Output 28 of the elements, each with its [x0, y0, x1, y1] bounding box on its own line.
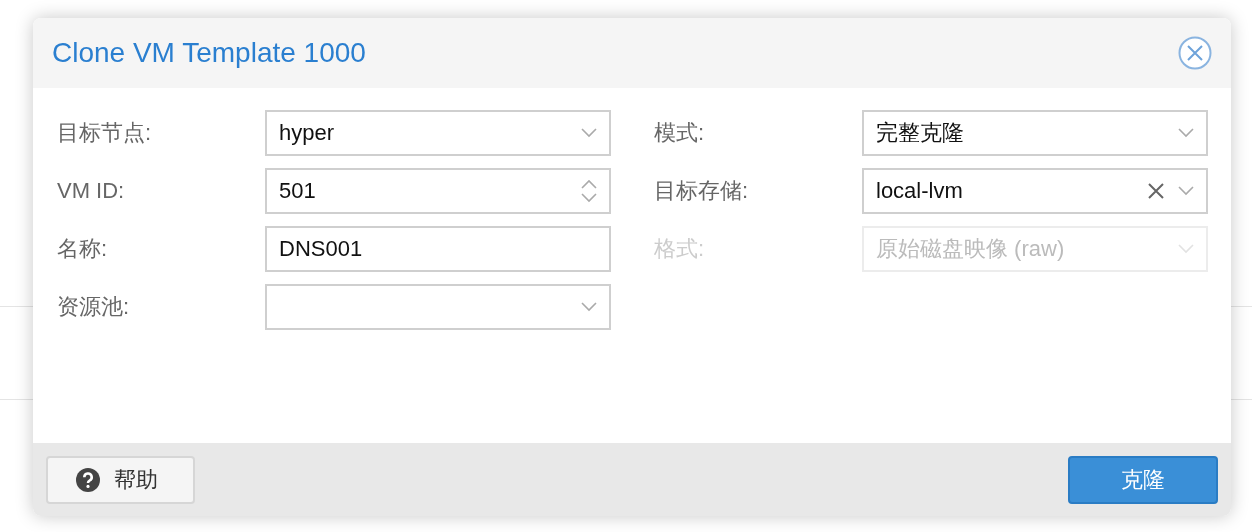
field-value: hyper — [279, 120, 336, 146]
chevron-down-icon[interactable] — [581, 128, 597, 138]
field-value: 完整克隆 — [876, 119, 965, 147]
field-value: 501 — [279, 178, 317, 204]
field-label: 目标节点: — [57, 119, 153, 147]
chevron-down-icon[interactable] — [581, 302, 597, 312]
combo-field[interactable]: local-lvm — [862, 168, 1208, 214]
clear-icon[interactable] — [1148, 183, 1164, 199]
field-value: DNS001 — [279, 236, 364, 262]
combo-field[interactable]: 完整克隆 — [862, 110, 1208, 156]
field-label: 模式: — [654, 119, 706, 147]
help-button[interactable]: 帮助 — [46, 455, 195, 504]
field-value: local-lvm — [876, 178, 964, 204]
spinner-arrows-icon[interactable] — [581, 179, 597, 203]
field-label: 目标存储: — [654, 177, 750, 205]
field-label: 名称: — [57, 235, 109, 263]
field-label: VM ID: — [57, 178, 126, 204]
dialog-title: Clone VM Template 1000 — [52, 37, 366, 69]
field-label: 资源池: — [57, 293, 131, 321]
input-field[interactable]: DNS001 — [265, 226, 611, 272]
chevron-down-icon[interactable] — [1178, 186, 1194, 196]
combo-field[interactable]: hyper — [265, 110, 611, 156]
number-field[interactable]: 501 — [265, 168, 611, 214]
chevron-down-icon[interactable] — [1178, 128, 1194, 138]
field-value: 原始磁盘映像 (raw) — [876, 235, 1066, 263]
close-icon[interactable] — [1178, 36, 1212, 70]
combo-field[interactable] — [265, 284, 611, 330]
help-icon — [76, 467, 100, 492]
